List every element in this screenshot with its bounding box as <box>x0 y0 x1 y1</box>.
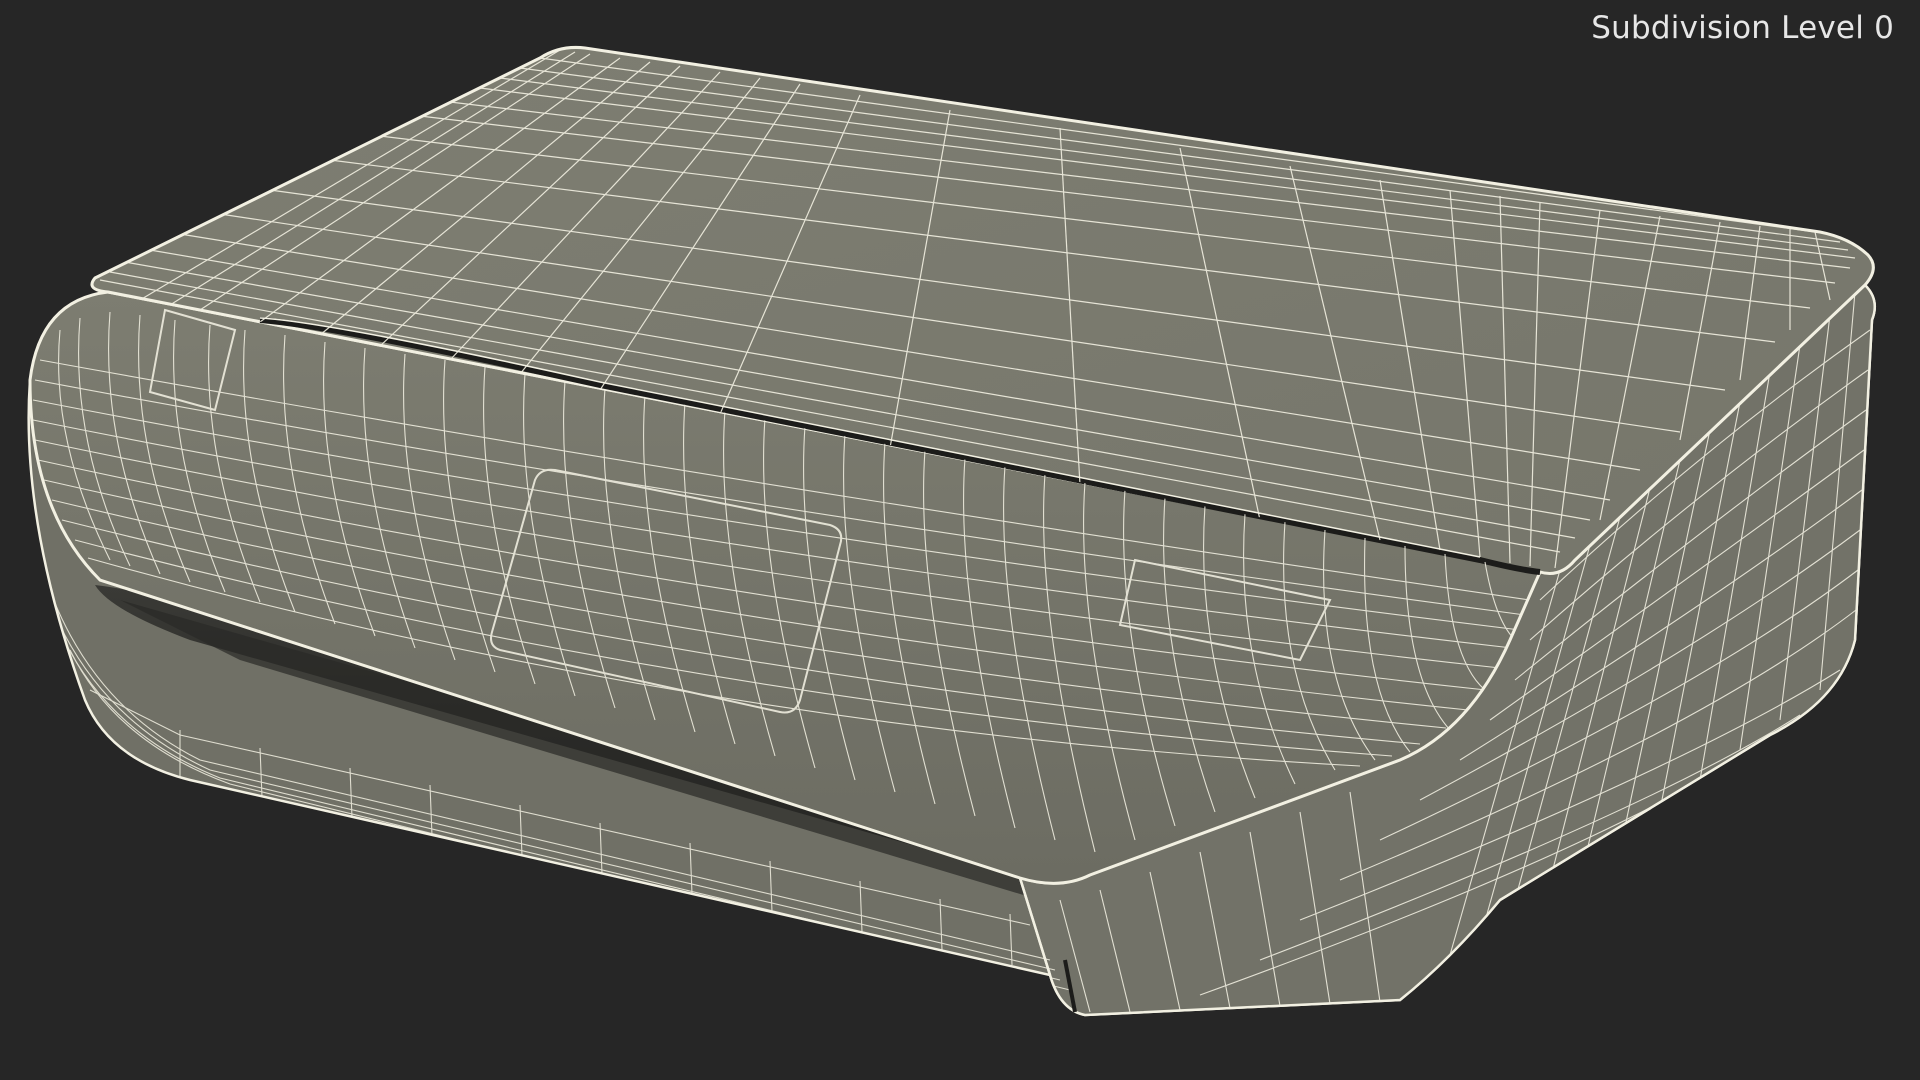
3d-viewport[interactable]: Subdivision Level 0 <box>0 0 1920 1080</box>
printer-wireframe-model <box>27 46 1877 1017</box>
